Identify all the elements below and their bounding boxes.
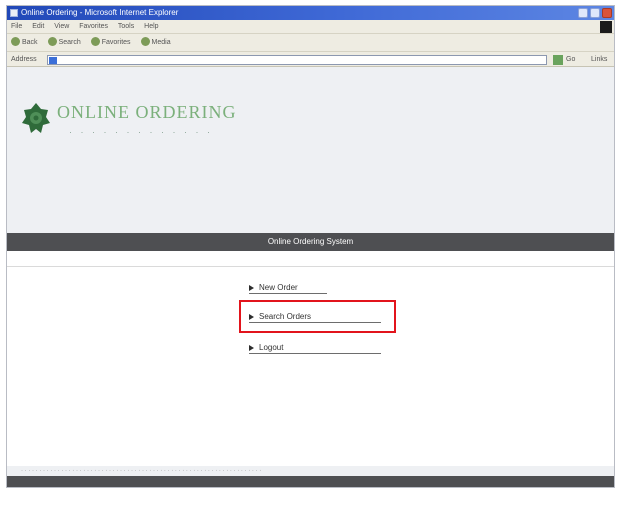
maximize-button[interactable] [590,8,600,18]
menu-favorites[interactable]: Favorites [79,23,108,30]
search-icon [47,37,57,47]
search-button[interactable]: Search [47,34,81,52]
main-content: New Order Search Orders Logout [7,251,614,466]
menu-view[interactable]: View [54,23,69,30]
menu-help[interactable]: Help [144,23,158,30]
logo-title: ONLINE ORDERING [57,102,237,122]
go-arrow-icon[interactable] [553,55,563,65]
menu-tools[interactable]: Tools [118,23,134,30]
browser-throbber-icon [600,21,612,33]
media-icon [140,37,150,47]
address-label: Address [11,56,37,63]
star-icon [90,37,100,47]
menu-item-logout[interactable]: Logout [249,342,381,354]
menu-file[interactable]: File [11,23,22,30]
page-footer-bar [7,476,614,487]
minimize-button[interactable] [578,8,588,18]
close-button[interactable] [602,8,612,18]
page-footer-text: · · · · · · · · · · · · · · · · · · · · … [7,466,614,476]
window-titlebar: Online Ordering - Microsoft Internet Exp… [7,6,614,20]
menu-item-label: Logout [259,343,284,352]
content-divider [7,266,614,267]
browser-toolbar: Back Search Favorites Media [7,33,614,51]
window-title: Online Ordering - Microsoft Internet Exp… [21,8,179,17]
go-button[interactable]: Go [566,52,575,68]
window-controls [578,8,612,18]
nav-title: Online Ordering System [267,237,354,246]
links-button[interactable]: Links [591,52,607,68]
page-header: ONLINE ORDERING · · · · · · · · · · · · … [7,68,614,233]
logo-emblem-icon [22,103,50,133]
menu-edit[interactable]: Edit [32,23,44,30]
address-bar: Address Go Links [7,51,614,67]
page-icon [49,57,57,64]
menu-item-label: Search Orders [259,312,312,321]
browser-app-icon [10,9,18,17]
menu-item-search-orders[interactable]: Search Orders [249,311,381,323]
back-button[interactable]: Back [11,34,38,52]
site-nav-bar: Online Ordering System [7,233,614,251]
favorites-button[interactable]: Favorites [90,34,131,52]
media-button[interactable]: Media [140,34,171,52]
logo-tagline: · · · · · · · · · · · · · [69,127,213,137]
browser-window: Online Ordering - Microsoft Internet Exp… [6,5,615,488]
arrow-right-icon [249,284,254,291]
address-input[interactable] [47,55,547,65]
menu-item-label: New Order [259,283,298,292]
arrow-right-icon [249,313,254,320]
arrow-right-icon [249,344,254,351]
back-arrow-icon [11,37,20,47]
menu-item-new-order[interactable]: New Order [249,282,327,294]
menu-bar: File Edit View Favorites Tools Help [7,20,614,33]
